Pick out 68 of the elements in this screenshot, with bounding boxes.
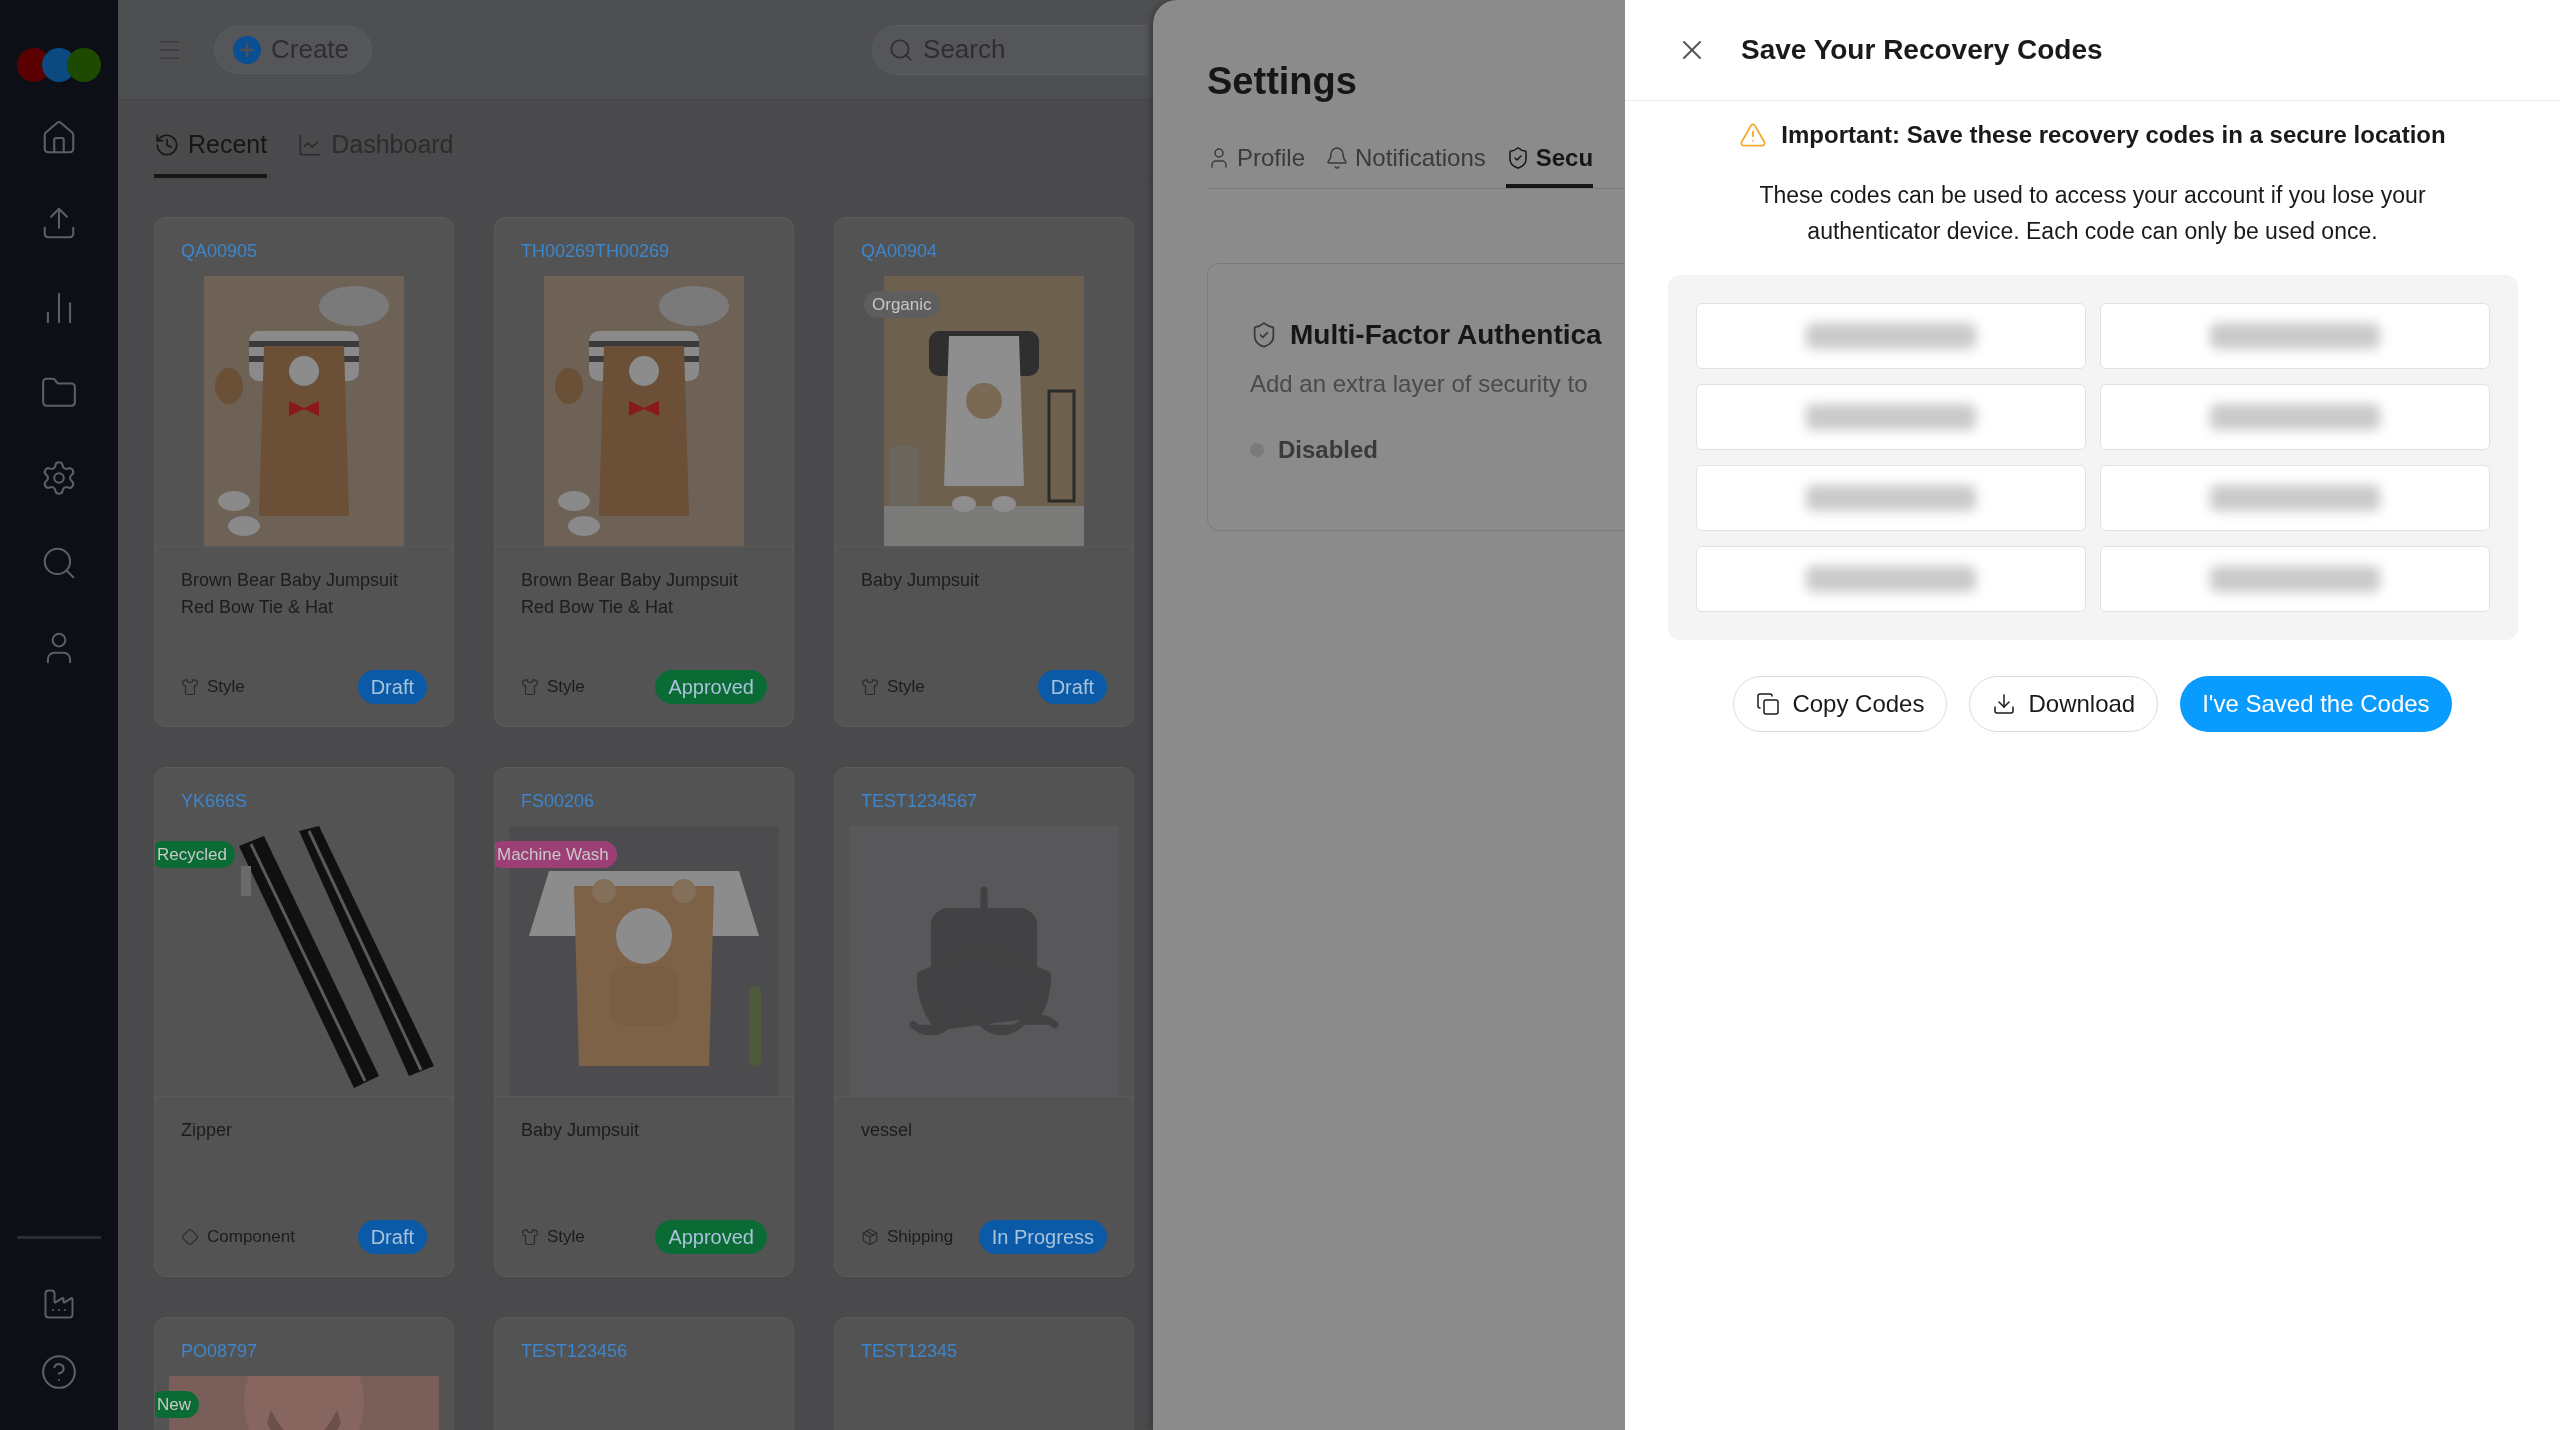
status-badge: Draft bbox=[1037, 669, 1107, 704]
product-type: Component bbox=[207, 1225, 295, 1248]
warning-icon bbox=[1739, 121, 1768, 149]
product-card[interactable]: TH00269TH00269 Brown Bear Baby Jumpsuit Red Bow Tie & Hat Style Approved bbox=[494, 216, 794, 727]
product-card[interactable]: TEST1234567 vessel Shipping In Progress bbox=[834, 766, 1134, 1277]
history-icon bbox=[154, 131, 180, 158]
product-tag: New bbox=[155, 1390, 199, 1418]
plus-icon bbox=[233, 35, 261, 64]
product-code: TEST123456 bbox=[520, 1339, 629, 1360]
product-tag: Machine Wash bbox=[495, 840, 617, 868]
product-card[interactable]: PO08797 New bbox=[154, 1316, 454, 1430]
shirt-icon bbox=[521, 677, 539, 696]
logo-icon bbox=[14, 45, 104, 85]
product-name: vessel bbox=[860, 1118, 914, 1142]
diamond-icon bbox=[181, 1227, 199, 1246]
warning-text: Important: Save these recovery codes in a secure location bbox=[1781, 120, 2446, 150]
drawer-title: Save Your Recovery Codes bbox=[1741, 33, 2103, 67]
copy-icon bbox=[1756, 692, 1781, 716]
package-icon bbox=[861, 1227, 879, 1246]
status-badge: Draft bbox=[357, 669, 427, 704]
product-name: Brown Bear Baby Jumpsuit Red Bow Tie & Hat bbox=[180, 568, 400, 619]
product-code: TEST1234567 bbox=[860, 789, 979, 810]
download-button[interactable]: Download bbox=[1969, 676, 2159, 732]
product-card[interactable]: QA00905 Brown Bear Baby Jumpsuit Red Bow Tie & Hat Style Draft bbox=[154, 216, 454, 727]
help-icon[interactable] bbox=[39, 1352, 79, 1392]
product-type: Style bbox=[547, 1225, 585, 1248]
product-code: FS00206 bbox=[520, 789, 596, 810]
product-name: Baby Jumpsuit bbox=[860, 568, 981, 592]
settings-title: Settings bbox=[1207, 62, 1358, 100]
product-type: Style bbox=[207, 675, 245, 698]
search-icon bbox=[888, 36, 915, 63]
bell-icon bbox=[1325, 146, 1350, 170]
product-type: Style bbox=[887, 675, 925, 698]
status-badge: Approved bbox=[655, 669, 767, 704]
product-code: TEST12345 bbox=[860, 1339, 959, 1360]
product-name: Zipper bbox=[180, 1118, 234, 1142]
mfa-title: Multi-Factor Authentica bbox=[1290, 318, 1602, 352]
product-code: TH00269TH00269 bbox=[520, 239, 671, 260]
product-card[interactable]: QA00904 Organic Baby Jumpsuit Style Draft bbox=[834, 216, 1134, 727]
shirt-icon bbox=[861, 677, 879, 696]
shirt-icon bbox=[181, 677, 199, 696]
product-tag: Recycled bbox=[155, 840, 235, 868]
product-type: Shipping bbox=[887, 1225, 954, 1248]
product-card[interactable]: YK666S Recycled Zipper Component Draft bbox=[154, 766, 454, 1277]
mfa-description: Add an extra layer of security to bbox=[1250, 369, 1589, 399]
description-text: These codes can be used to access your account if you lose your authenticator device. Each code can only be used once. bbox=[1758, 181, 2427, 246]
product-code: QA00905 bbox=[180, 239, 259, 260]
mfa-status: Disabled bbox=[1278, 435, 1379, 465]
product-name: Baby Jumpsuit bbox=[520, 1118, 641, 1142]
product-code: YK666S bbox=[180, 789, 249, 810]
settings-tab[interactable]: Secu bbox=[1505, 140, 1594, 188]
download-icon bbox=[1992, 692, 2017, 716]
status-badge: Draft bbox=[357, 1219, 427, 1254]
shirt-icon bbox=[521, 1227, 539, 1246]
copy-button[interactable]: Copy Codes bbox=[1733, 676, 1948, 732]
product-card[interactable]: TEST12345 bbox=[834, 1316, 1134, 1430]
confirm-button[interactable]: I've Saved the Codes bbox=[2180, 676, 2452, 732]
product-name: Brown Bear Baby Jumpsuit Red Bow Tie & Hat bbox=[520, 568, 740, 619]
product-code: QA00904 bbox=[860, 239, 939, 260]
status-badge: Approved bbox=[655, 1219, 767, 1254]
settings-tab[interactable]: Notifications bbox=[1325, 140, 1486, 188]
settings-tab[interactable]: Profile bbox=[1207, 140, 1306, 188]
product-card[interactable]: TEST123456 bbox=[494, 1316, 794, 1430]
product-card[interactable]: FS00206 Machine Wash Baby Jumpsuit Style Approved bbox=[494, 766, 794, 1277]
product-code: PO08797 bbox=[180, 1339, 259, 1360]
product-type: Style bbox=[547, 675, 585, 698]
product-tag: Organic bbox=[864, 290, 940, 318]
status-badge: In Progress bbox=[978, 1219, 1107, 1254]
